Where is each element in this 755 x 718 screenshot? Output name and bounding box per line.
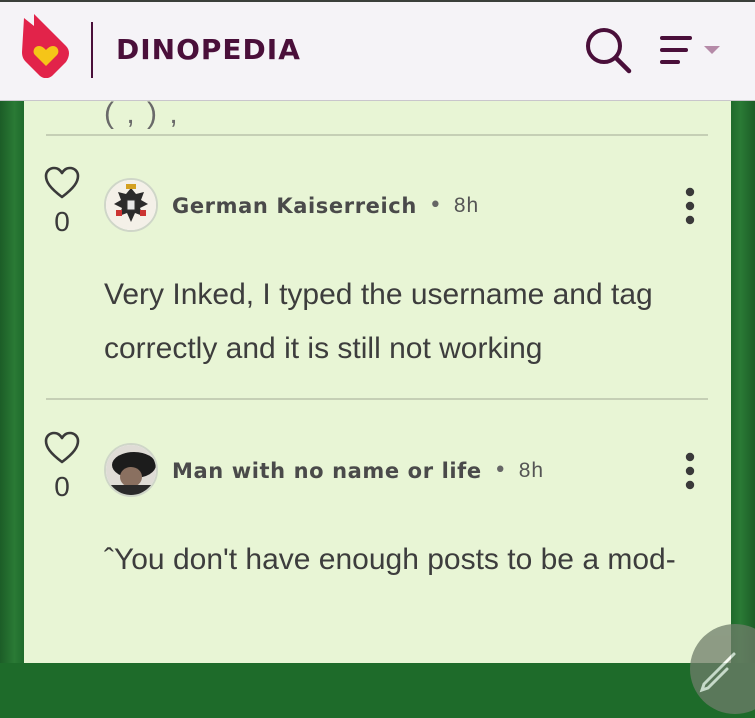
timestamp: 8h <box>453 193 480 217</box>
site-title[interactable]: DINOPEDIA <box>116 33 301 66</box>
pencil-icon <box>699 652 736 693</box>
fandom-logo-icon[interactable] <box>20 12 72 78</box>
comment-meta: Man with no name or life • 8h <box>172 458 544 483</box>
comment-text: ˆYou don't have enough posts to be a mod… <box>104 543 676 576</box>
timestamp: 8h <box>518 458 545 482</box>
heart-icon[interactable] <box>44 431 80 465</box>
separator-dot: • <box>428 193 442 218</box>
username[interactable]: German Kaiserreich <box>172 194 417 218</box>
search-icon[interactable] <box>584 26 632 74</box>
header-top-border <box>0 0 755 2</box>
cut-off-text: ( , ) , <box>104 97 180 130</box>
heart-icon[interactable] <box>44 166 80 200</box>
avatar[interactable] <box>104 178 158 232</box>
username[interactable]: Man with no name or life <box>172 459 482 483</box>
separator-dot: • <box>493 458 507 483</box>
avatar[interactable] <box>104 443 158 497</box>
eagle-crest-icon <box>106 180 156 230</box>
like-count: 0 <box>54 206 70 237</box>
photo-avatar-icon <box>106 445 156 495</box>
divider <box>46 398 708 400</box>
header-divider <box>91 22 93 78</box>
more-options-icon[interactable] <box>680 186 700 226</box>
divider <box>46 134 708 136</box>
site-header: DINOPEDIA <box>0 0 755 101</box>
edit-fab-button[interactable] <box>690 624 755 714</box>
menu-icon[interactable] <box>660 34 722 68</box>
comment-text: Very Inked, I typed the username and tag… <box>104 278 653 365</box>
comment-meta: German Kaiserreich • 8h <box>172 193 479 218</box>
more-options-icon[interactable] <box>680 451 700 491</box>
like-count: 0 <box>54 471 70 502</box>
